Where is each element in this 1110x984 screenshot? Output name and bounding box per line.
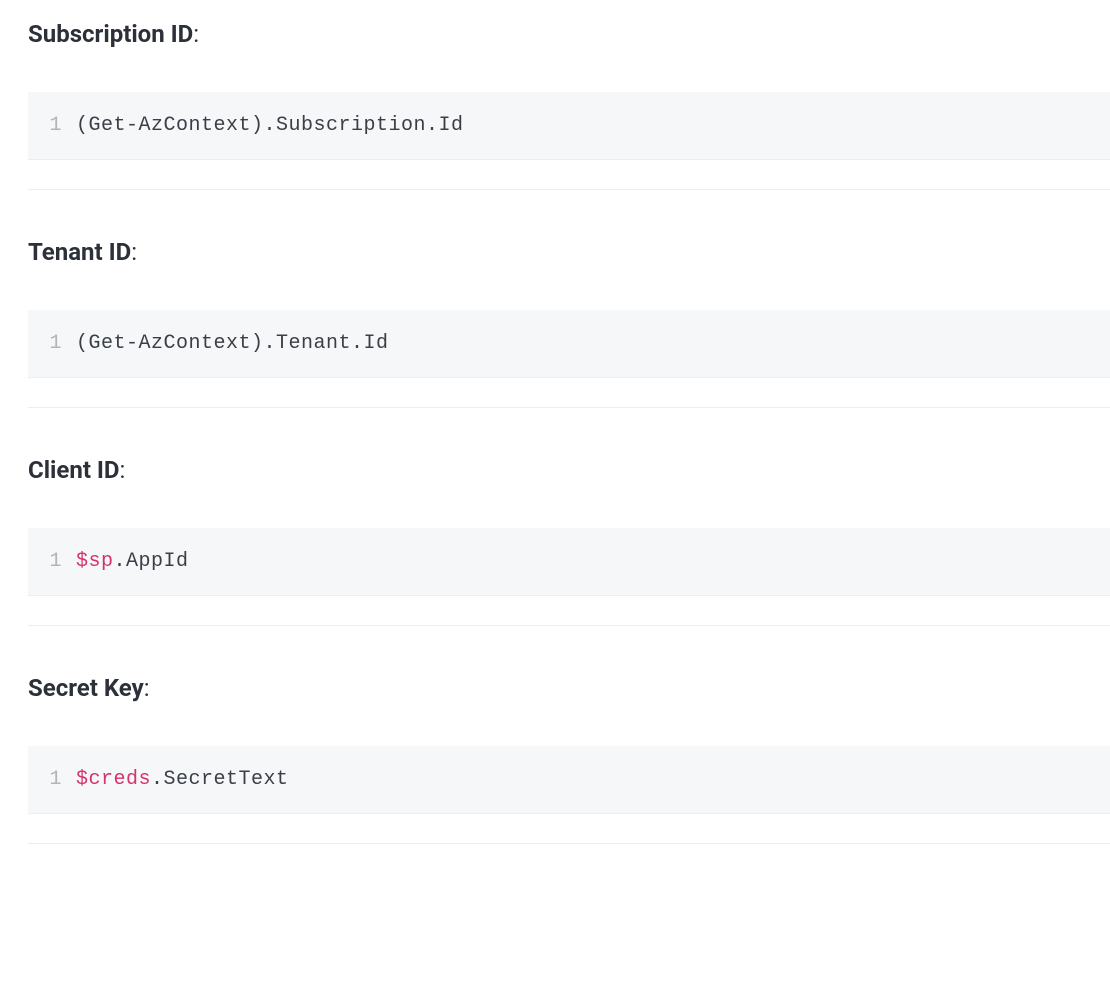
heading-colon: : (193, 20, 199, 48)
heading-subscription-id: Subscription ID: (28, 20, 1110, 48)
code-tail: .SecretText (151, 768, 289, 791)
heading-label: Client ID (28, 456, 120, 484)
line-number: 1 (28, 332, 76, 355)
section-subscription-id: Subscription ID: 1 (Get-AzContext).Subsc… (28, 20, 1110, 190)
code-plain: (Get-AzContext).Subscription.Id (76, 114, 464, 137)
code-block: 1 (Get-AzContext).Tenant.Id (28, 310, 1110, 378)
code-content: (Get-AzContext).Tenant.Id (76, 332, 389, 355)
code-content: $sp.AppId (76, 550, 189, 573)
heading-label: Secret Key (28, 674, 144, 702)
code-tail: .AppId (114, 550, 189, 573)
code-var: $creds (76, 768, 151, 791)
heading-label: Subscription ID (28, 20, 193, 48)
code-block: 1 $creds.SecretText (28, 746, 1110, 814)
heading-client-id: Client ID: (28, 456, 1110, 484)
code-trailer (28, 814, 1110, 844)
code-trailer (28, 596, 1110, 626)
code-block: 1 $sp.AppId (28, 528, 1110, 596)
heading-colon: : (120, 456, 126, 484)
line-number: 1 (28, 768, 76, 791)
code-row: 1 $sp.AppId (28, 550, 1110, 573)
code-block: 1 (Get-AzContext).Subscription.Id (28, 92, 1110, 160)
code-trailer (28, 378, 1110, 408)
section-secret-key: Secret Key: 1 $creds.SecretText (28, 674, 1110, 844)
heading-colon: : (144, 674, 150, 702)
code-row: 1 (Get-AzContext).Subscription.Id (28, 114, 1110, 137)
code-content: (Get-AzContext).Subscription.Id (76, 114, 464, 137)
heading-colon: : (131, 238, 137, 266)
line-number: 1 (28, 550, 76, 573)
heading-secret-key: Secret Key: (28, 674, 1110, 702)
section-tenant-id: Tenant ID: 1 (Get-AzContext).Tenant.Id (28, 238, 1110, 408)
heading-label: Tenant ID (28, 238, 131, 266)
heading-tenant-id: Tenant ID: (28, 238, 1110, 266)
code-trailer (28, 160, 1110, 190)
code-var: $sp (76, 550, 114, 573)
code-row: 1 $creds.SecretText (28, 768, 1110, 791)
section-client-id: Client ID: 1 $sp.AppId (28, 456, 1110, 626)
code-content: $creds.SecretText (76, 768, 289, 791)
line-number: 1 (28, 114, 76, 137)
code-plain: (Get-AzContext).Tenant.Id (76, 332, 389, 355)
code-row: 1 (Get-AzContext).Tenant.Id (28, 332, 1110, 355)
